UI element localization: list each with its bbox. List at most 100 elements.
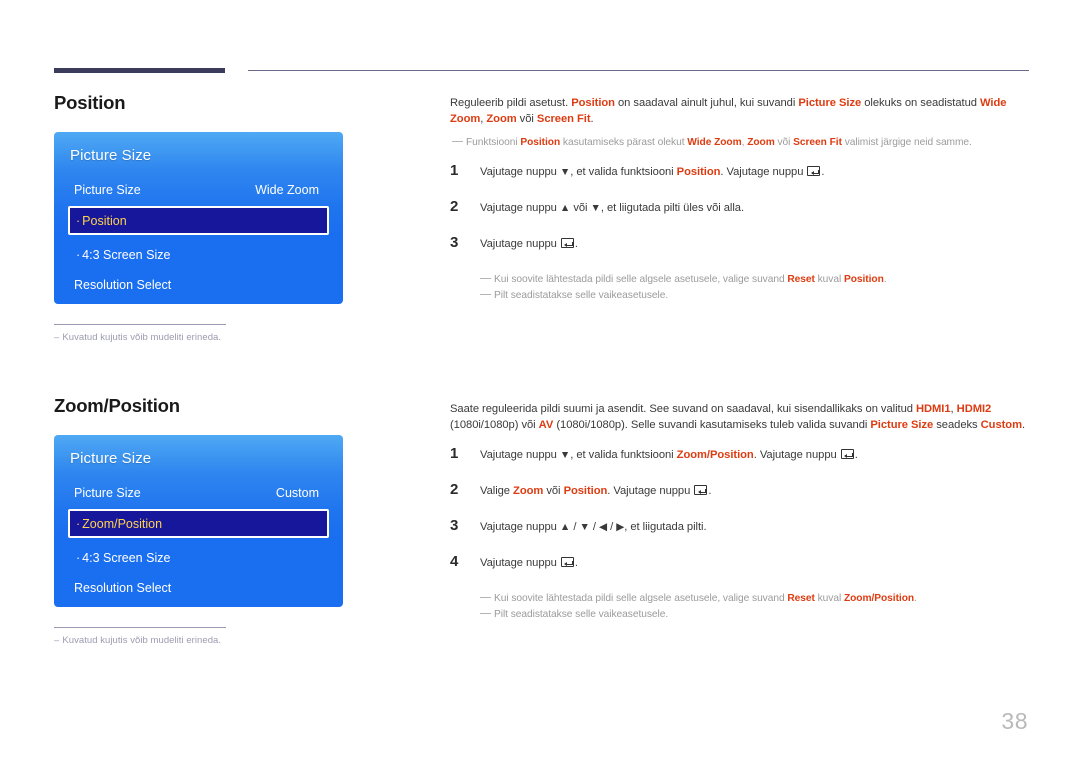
header-rule	[54, 68, 1029, 76]
osd-title: Picture Size	[70, 450, 152, 467]
step-number: 2	[450, 198, 459, 216]
sub-note: Kui soovite lähtestada pildi selle algse…	[480, 591, 1028, 607]
step-text: Valige Zoom või Position. Vajutage nuppu…	[480, 485, 712, 498]
step-text: Vajutage nuppu ▲ või ▼, et liigutada pil…	[480, 202, 745, 215]
osd-menu-item[interactable]: · 4:3 Screen Size	[68, 241, 329, 269]
instruction-step: 3 Vajutage nuppu .	[450, 234, 1028, 252]
steps-list-1: 1 Vajutage nuppu ▼, et valida funktsiooni…	[450, 162, 1028, 252]
step-text: Vajutage nuppu .	[480, 557, 578, 570]
arrow-left-icon: ◀	[598, 521, 608, 534]
accent-term: Zoom	[513, 485, 544, 498]
step-number: 3	[450, 234, 459, 252]
accent-term: Reset	[787, 274, 815, 286]
step-number: 2	[450, 481, 459, 499]
osd-caption: – Kuvatud kujutis võib mudeliti erineda.	[54, 332, 343, 343]
enter-key-icon	[807, 166, 821, 177]
accent-term: Position	[571, 97, 615, 109]
manual-page: Position Picture Size Picture Size Wide Z…	[0, 0, 1080, 763]
step-number: 1	[450, 445, 459, 463]
osd-menu-item[interactable]: Picture Size Wide Zoom	[68, 176, 329, 204]
caption-rule	[54, 627, 226, 628]
instruction-step: 2 Vajutage nuppu ▲ või ▼, et liigutada pi…	[450, 198, 1028, 216]
steps-list-2: 1 Vajutage nuppu ▼, et valida funktsiooni…	[450, 445, 1028, 571]
osd-menu-item-selected[interactable]: · Zoom/Position	[68, 509, 329, 538]
header-rule-thin	[248, 70, 1029, 71]
note-dash-icon	[452, 141, 463, 143]
accent-term: Position	[843, 274, 884, 286]
enter-key-icon	[560, 238, 574, 249]
instruction-step: 3 Vajutage nuppu ▲ / ▼ / ◀ / ▶, et liigut…	[450, 517, 1028, 535]
caption-text: Kuvatud kujutis võib mudeliti erineda.	[62, 332, 222, 343]
osd-menu-item[interactable]: Resolution Select	[68, 574, 329, 602]
intro-paragraph-1: Reguleerib pildi asetust. Position on sa…	[450, 97, 1007, 125]
accent-term: Position	[563, 485, 608, 498]
sub-note: Pilt seadistatakse selle vaikeasetusele.	[480, 288, 1028, 304]
sub-note: Pilt seadistatakse selle vaikeasetusele.	[480, 607, 1028, 623]
caption-rule	[54, 324, 226, 325]
instruction-step: 1 Vajutage nuppu ▼, et valida funktsiooni…	[450, 162, 1028, 180]
osd-menu-item-label: Resolution Select	[74, 581, 172, 595]
page-title-zoom-position: Zoom/Position	[54, 395, 180, 416]
page-title-position: Position	[54, 92, 126, 113]
osd-menu-item-selected[interactable]: · Position	[68, 206, 329, 235]
section-2-right: Saate reguleerida pildi suumi ja asendit…	[450, 402, 1028, 622]
section-1-right: Reguleerib pildi asetust. Position on sa…	[450, 96, 1028, 303]
osd-menu-item-label: Picture Size	[74, 183, 141, 197]
osd-row-list: Picture Size Custom · Zoom/Position · 4:3 Scr…	[68, 479, 329, 602]
osd-caption-block-1: – Kuvatud kujutis võib mudeliti erineda.	[54, 324, 343, 343]
osd-menu-item-label: · 4:3 Screen Size	[76, 551, 171, 565]
accent-term: Picture Size	[798, 97, 862, 109]
step-number: 3	[450, 517, 459, 535]
osd-menu-item-label: Resolution Select	[74, 278, 172, 292]
accent-term: HDMI2	[956, 403, 992, 415]
page-number: 38	[1001, 708, 1028, 734]
accent-term: Zoom	[747, 137, 775, 149]
osd-menu-picture-size-1: Picture Size Picture Size Wide Zoom · Posit…	[54, 132, 343, 304]
osd-menu-item[interactable]: Picture Size Custom	[68, 479, 329, 507]
step-text: Vajutage nuppu ▼, et valida funktsiooni …	[480, 449, 858, 462]
accent-term: AV	[538, 418, 554, 431]
accent-term: Screen Fit	[793, 137, 842, 149]
osd-menu-item-value: Wide Zoom	[255, 183, 319, 197]
section-1-left: Position Picture Size Picture Size Wide Z…	[54, 92, 404, 343]
osd-menu-item-label: · 4:3 Screen Size	[76, 248, 171, 262]
accent-term: Screen Fit	[536, 112, 591, 125]
osd-menu-picture-size-2: Picture Size Picture Size Custom · Zoom/Pos…	[54, 435, 343, 607]
instruction-step: 4 Vajutage nuppu .	[450, 553, 1028, 571]
sub-notes-1: Kui soovite lähtestada pildi selle algse…	[450, 272, 1028, 303]
bullet-dot-icon: ·	[76, 516, 81, 531]
caption-dash: –	[54, 635, 60, 646]
osd-menu-item[interactable]: · 4:3 Screen Size	[68, 544, 329, 572]
accent-term: Picture Size	[870, 418, 934, 431]
enter-key-icon	[840, 449, 854, 460]
osd-menu-item[interactable]: Resolution Select	[68, 271, 329, 299]
accent-term: HDMI1	[915, 403, 951, 415]
sub-note: Kui soovite lähtestada pildi selle algse…	[480, 272, 1028, 288]
instruction-step: 1 Vajutage nuppu ▼, et valida funktsiooni…	[450, 445, 1028, 463]
intro-note-1: Funktsiooni Position kasutamiseks pärast…	[450, 136, 1028, 150]
enter-key-icon	[694, 485, 708, 496]
accent-term: Zoom/Position	[676, 449, 754, 462]
osd-menu-item-label: · Position	[76, 213, 127, 228]
accent-term: Zoom/Position	[843, 593, 915, 605]
step-text: Vajutage nuppu ▲ / ▼ / ◀ / ▶, et liiguta…	[480, 521, 707, 534]
step-number: 1	[450, 162, 459, 180]
note-dash-icon	[480, 597, 491, 599]
bullet-dot-icon: ·	[76, 213, 81, 228]
accent-term: Position	[520, 137, 561, 149]
note-dash-icon	[480, 612, 491, 614]
arrow-up-icon: ▲	[559, 202, 571, 215]
step-number: 4	[450, 553, 459, 571]
osd-row-list: Picture Size Wide Zoom · Position · 4:3 Scree…	[68, 176, 329, 299]
osd-menu-item-value: Custom	[275, 486, 319, 500]
accent-term: Wide Zoom	[450, 97, 1007, 125]
intro-paragraph-2: Saate reguleerida pildi suumi ja asendit…	[450, 403, 1026, 431]
instruction-step: 2 Valige Zoom või Position. Vajutage nupp…	[450, 481, 1028, 499]
osd-caption-block-2: – Kuvatud kujutis võib mudeliti erineda.	[54, 627, 343, 646]
arrow-down-icon: ▼	[559, 449, 571, 462]
accent-term: Custom	[980, 418, 1022, 431]
sub-notes-2: Kui soovite lähtestada pildi selle algse…	[450, 591, 1028, 622]
note-dash-icon	[480, 278, 491, 280]
accent-term: Zoom	[486, 112, 517, 125]
osd-caption: – Kuvatud kujutis võib mudeliti erineda.	[54, 635, 343, 646]
